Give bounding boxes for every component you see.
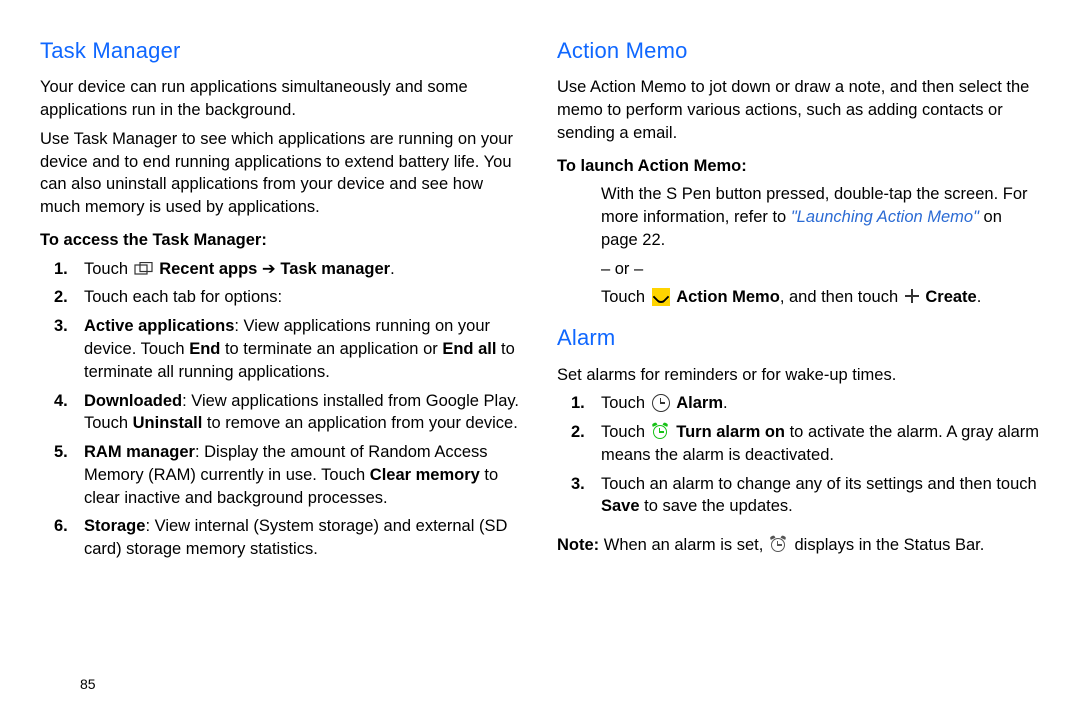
bold-text: Note: — [557, 536, 599, 554]
text: , and then touch — [780, 288, 898, 306]
bold-text: Task manager — [280, 260, 390, 278]
list-item: 1. Touch Recent apps ➔ Task manager. — [40, 258, 523, 281]
text: ➔ — [257, 260, 280, 278]
list-number: 4. — [54, 390, 68, 413]
list-item: 2. Touch each tab for options: — [40, 286, 523, 309]
text: Touch — [84, 260, 128, 278]
alarm-set-icon — [770, 536, 788, 554]
indented-block: Touch Action Memo, and then touch Create… — [557, 286, 1040, 309]
action-memo-icon — [652, 288, 670, 306]
heading-alarm: Alarm — [557, 323, 1040, 353]
text: Touch an alarm to change any of its sett… — [601, 475, 1037, 493]
bold-text: Active applications — [84, 317, 234, 335]
paragraph: Set alarms for reminders or for wake-up … — [557, 364, 1040, 387]
manual-page: Task Manager Your device can run applica… — [0, 0, 1080, 720]
list-number: 3. — [571, 473, 585, 496]
plus-icon — [904, 288, 920, 304]
text: to terminate an application or — [220, 340, 442, 358]
reference-text: "Launching Action Memo" — [791, 208, 979, 226]
text: When an alarm is set, — [599, 536, 768, 554]
bold-text: Alarm — [676, 394, 723, 412]
bold-text: Turn alarm on — [676, 423, 785, 441]
indented-block: With the S Pen button pressed, double-ta… — [557, 183, 1040, 251]
bold-text: Create — [925, 288, 976, 306]
ordered-list: 1. Touch Recent apps ➔ Task manager. 2. … — [40, 258, 523, 561]
text: : View internal (System storage) and ext… — [84, 517, 507, 558]
list-item: 5. RAM manager: Display the amount of Ra… — [40, 441, 523, 509]
list-number: 2. — [54, 286, 68, 309]
list-number: 1. — [571, 392, 585, 415]
bold-text: Downloaded — [84, 392, 182, 410]
ordered-list: 1. Touch Alarm. 2. Touch Turn alarm on t… — [557, 392, 1040, 518]
bold-text: Storage — [84, 517, 145, 535]
bold-text: Clear memory — [370, 466, 480, 484]
bold-text: RAM manager — [84, 443, 195, 461]
paragraph: Use Action Memo to jot down or draw a no… — [557, 76, 1040, 144]
bold-text: Save — [601, 497, 640, 515]
bold-text: End — [189, 340, 220, 358]
clock-icon — [652, 394, 670, 412]
text: Touch each tab for options: — [84, 288, 282, 306]
text: to remove an application from your devic… — [202, 414, 518, 432]
paragraph: Use Task Manager to see which applicatio… — [40, 128, 523, 219]
list-number: 5. — [54, 441, 68, 464]
list-number: 2. — [571, 421, 585, 444]
bold-text: Action Memo — [676, 288, 780, 306]
text: Touch — [601, 423, 645, 441]
bold-text: Uninstall — [133, 414, 203, 432]
paragraph: Your device can run applications simulta… — [40, 76, 523, 122]
text: Touch — [601, 394, 645, 412]
text: Touch — [601, 288, 645, 306]
list-item: 2. Touch Turn alarm on to activate the a… — [557, 421, 1040, 467]
list-item: 1. Touch Alarm. — [557, 392, 1040, 415]
list-number: 1. — [54, 258, 68, 281]
list-item: 3. Touch an alarm to change any of its s… — [557, 473, 1040, 519]
recent-apps-icon — [134, 260, 154, 274]
alarm-on-icon — [652, 423, 670, 441]
list-number: 3. — [54, 315, 68, 338]
list-number: 6. — [54, 515, 68, 538]
page-number: 85 — [80, 675, 96, 694]
text: to save the updates. — [640, 497, 793, 515]
text: . — [723, 394, 728, 412]
left-column: Task Manager Your device can run applica… — [40, 36, 551, 720]
heading-action-memo: Action Memo — [557, 36, 1040, 66]
bold-text: Recent apps — [159, 260, 257, 278]
text: displays in the Status Bar. — [795, 536, 985, 554]
subheading-launch-action-memo: To launch Action Memo: — [557, 155, 1040, 178]
heading-task-manager: Task Manager — [40, 36, 523, 66]
subheading-access-task-manager: To access the Task Manager: — [40, 229, 523, 252]
list-item: 4. Downloaded: View applications install… — [40, 390, 523, 436]
text: . — [977, 288, 982, 306]
list-item: 3. Active applications: View application… — [40, 315, 523, 383]
list-item: 6. Storage: View internal (System storag… — [40, 515, 523, 561]
note-line: Note: When an alarm is set, displays in … — [557, 534, 1040, 557]
text: . — [390, 260, 395, 278]
bold-text: End all — [442, 340, 496, 358]
or-separator: – or – — [557, 258, 1040, 281]
right-column: Action Memo Use Action Memo to jot down … — [551, 36, 1040, 720]
